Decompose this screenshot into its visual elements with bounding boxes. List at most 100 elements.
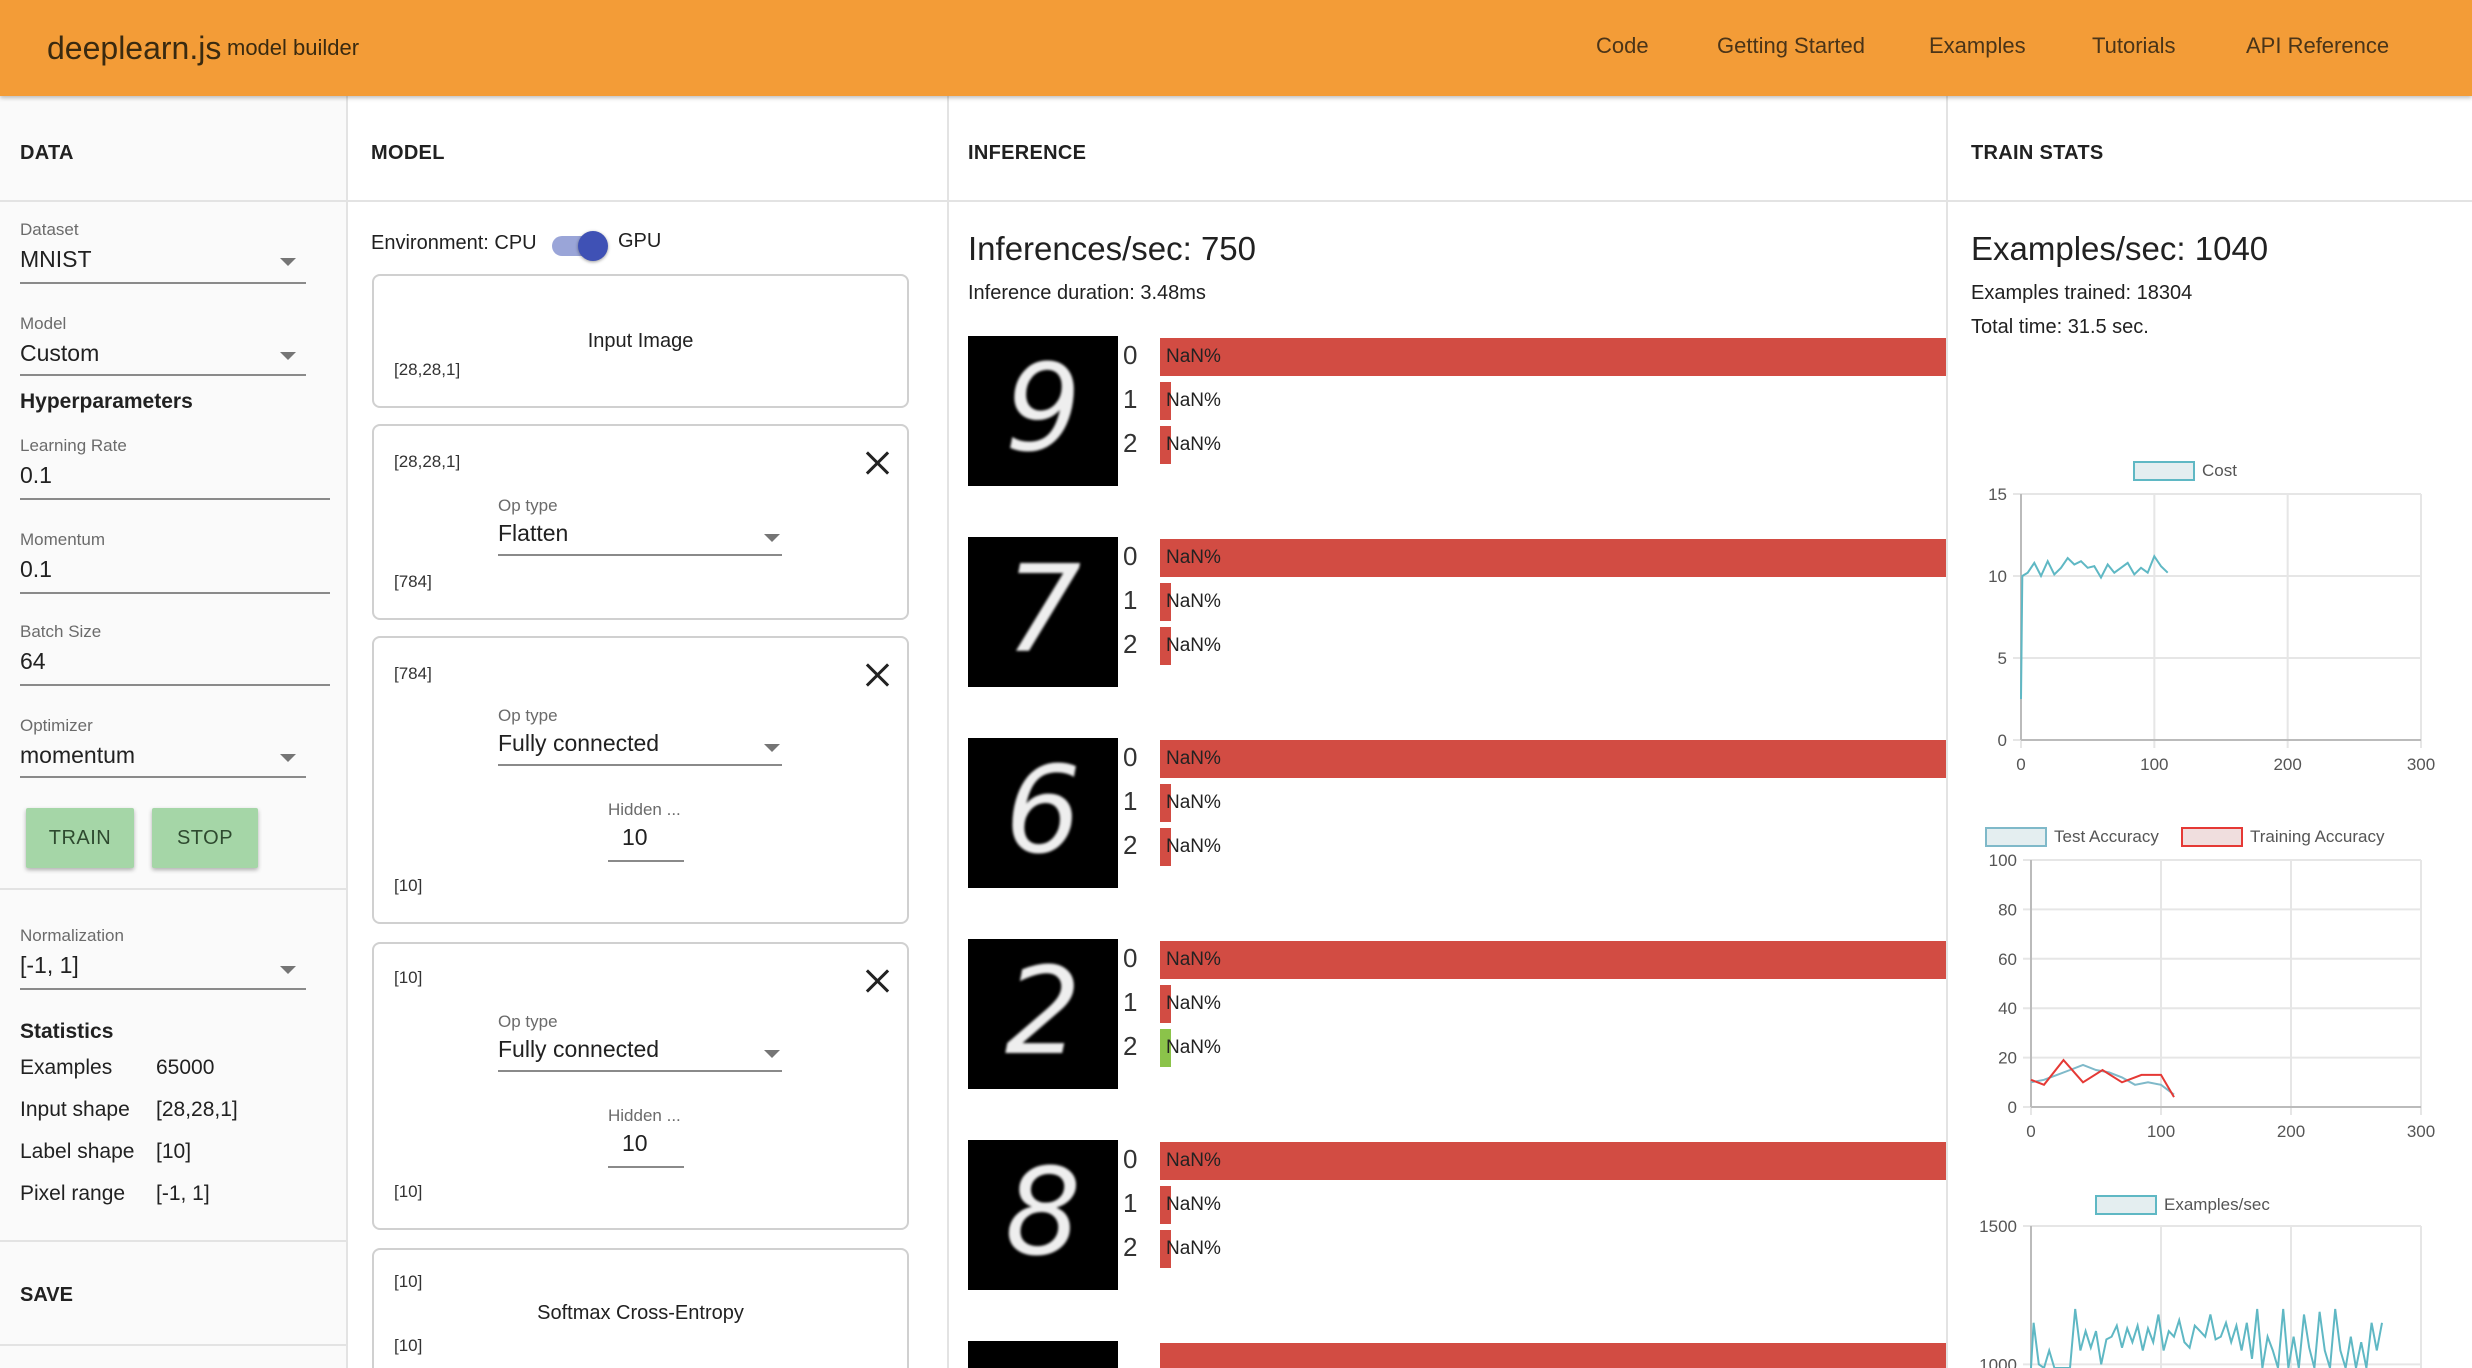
model-dropdown-icon[interactable]: [280, 352, 296, 360]
op-type-select[interactable]: Flatten: [498, 520, 568, 547]
class-label: 0: [1123, 541, 1138, 571]
nav-link-code[interactable]: Code: [1596, 33, 1649, 59]
op-type-dropdown-icon[interactable]: [764, 534, 780, 542]
optimizer-select[interactable]: momentum: [20, 742, 135, 769]
legend-swatch: [2095, 1195, 2157, 1215]
hidden-units-input[interactable]: 10: [622, 824, 648, 851]
normalization-dropdown-icon[interactable]: [280, 966, 296, 974]
y-tick-label: 10: [1988, 567, 2007, 586]
probability-text: NaN%: [1166, 547, 1221, 568]
loss-out-shape: [10]: [394, 1336, 423, 1355]
brand-subtitle: model builder: [227, 35, 360, 60]
examples-rate: Examples/sec: 1040: [1971, 230, 2269, 267]
class-label: 1: [1123, 1188, 1138, 1218]
probability-bar: [1160, 740, 1946, 778]
class-label: 1: [1123, 786, 1138, 816]
stat-value-label-shape: [10]: [156, 1140, 192, 1163]
x-tick-label: 300: [2407, 755, 2435, 774]
probability-text: NaN%: [1166, 635, 1221, 656]
stat-key-label-shape: Label shape: [20, 1140, 135, 1163]
environment-toggle[interactable]: [552, 231, 608, 261]
class-label: 2: [1123, 428, 1138, 458]
probability-bar: [1160, 941, 1946, 979]
optimizer-dropdown-icon[interactable]: [280, 754, 296, 762]
close-icon[interactable]: [864, 662, 890, 688]
class-label: 0: [1123, 943, 1138, 973]
data-panel-title: DATA: [0, 96, 346, 202]
layer-in-shape: [784]: [394, 664, 432, 683]
optimizer-label: Optimizer: [20, 716, 93, 735]
layer-in-shape: [10]: [394, 968, 423, 987]
momentum-input[interactable]: 0.1: [20, 556, 52, 583]
normalization-underline: [20, 988, 306, 990]
save-heading[interactable]: SAVE: [20, 1284, 73, 1307]
y-tick-label: 1000: [1979, 1355, 2017, 1368]
probability-text: NaN%: [1166, 434, 1221, 455]
model-panel-title: MODEL: [348, 96, 947, 202]
hidden-units-input[interactable]: 10: [622, 1130, 648, 1157]
legend-label: Examples/sec: [2164, 1195, 2270, 1214]
learning-rate-input[interactable]: 0.1: [20, 462, 52, 489]
op-type-label: Op type: [498, 706, 558, 725]
class-label: 1: [1123, 585, 1138, 615]
digit-image: 8: [968, 1140, 1118, 1290]
probability-bar: [1160, 338, 1946, 376]
op-type-dropdown-icon[interactable]: [764, 744, 780, 752]
legend-swatch: [1985, 827, 2047, 847]
op-type-select[interactable]: Fully connected: [498, 1036, 659, 1063]
y-tick-label: 1500: [1979, 1217, 2017, 1236]
hidden-units-underline: [608, 1166, 684, 1168]
probability-text: NaN%: [1166, 390, 1221, 411]
optimizer-underline: [20, 776, 306, 778]
nav-link-examples[interactable]: Examples: [1929, 33, 2026, 59]
y-tick-label: 60: [1998, 950, 2017, 969]
nav-link-tutorials[interactable]: Tutorials: [2092, 33, 2176, 59]
model-select[interactable]: Custom: [20, 340, 99, 367]
dataset-select[interactable]: MNIST: [20, 246, 92, 273]
y-tick-label: 40: [1998, 999, 2017, 1018]
train-button[interactable]: TRAIN: [26, 808, 134, 868]
hidden-units-label: Hidden ...: [608, 800, 681, 819]
stat-value-pixel-range: [-1, 1]: [156, 1182, 210, 1205]
dataset-underline: [20, 282, 306, 284]
hidden-units-underline: [608, 860, 684, 862]
dataset-label: Dataset: [20, 220, 79, 239]
op-type-label: Op type: [498, 1012, 558, 1031]
dataset-dropdown-icon[interactable]: [280, 258, 296, 266]
normalization-select[interactable]: [-1, 1]: [20, 952, 79, 979]
stat-value-examples: 65000: [156, 1056, 215, 1079]
batch-size-input[interactable]: 64: [20, 648, 46, 675]
stop-button[interactable]: STOP: [152, 808, 258, 868]
op-type-select[interactable]: Fully connected: [498, 730, 659, 757]
probability-text: NaN%: [1166, 1238, 1221, 1259]
legend-label: Test Accuracy: [2054, 827, 2159, 846]
input-shape-label: [28,28,1]: [394, 360, 461, 379]
op-type-dropdown-icon[interactable]: [764, 1050, 780, 1058]
nav-link-getting-started[interactable]: Getting Started: [1717, 33, 1865, 59]
class-label: 2: [1123, 830, 1138, 860]
data-panel: DATA Dataset MNIST Model Custom Hyperpar…: [0, 96, 348, 1368]
y-tick-label: 80: [1998, 900, 2017, 919]
close-icon[interactable]: [864, 968, 890, 994]
probability-text: NaN%: [1166, 346, 1221, 367]
y-tick-label: 0: [2008, 1098, 2017, 1117]
class-label: 2: [1123, 1031, 1138, 1061]
class-label: 1: [1123, 987, 1138, 1017]
digit-image: 2: [968, 939, 1118, 1089]
x-tick-label: 200: [2273, 755, 2301, 774]
probability-bar: [1160, 1142, 1946, 1180]
close-icon[interactable]: [864, 450, 890, 476]
brand-title[interactable]: deeplearn.js: [47, 30, 221, 67]
hyperparameters-heading: Hyperparameters: [20, 390, 193, 413]
toggle-knob[interactable]: [578, 231, 608, 261]
class-label: 0: [1123, 340, 1138, 370]
stat-key-pixel-range: Pixel range: [20, 1182, 126, 1205]
inference-panel: INFERENCE Inferences/sec: 750 Inference …: [949, 96, 1948, 1368]
examples-trained: Examples trained: 18304: [1971, 282, 2193, 304]
probability-text: NaN%: [1166, 1194, 1221, 1215]
op-type-underline: [498, 1070, 782, 1072]
probability-text: NaN%: [1166, 949, 1221, 970]
nav-link-api-reference[interactable]: API Reference: [2246, 33, 2389, 59]
inference-panel-title: INFERENCE: [949, 96, 1946, 202]
series-line: [2020, 554, 2169, 700]
